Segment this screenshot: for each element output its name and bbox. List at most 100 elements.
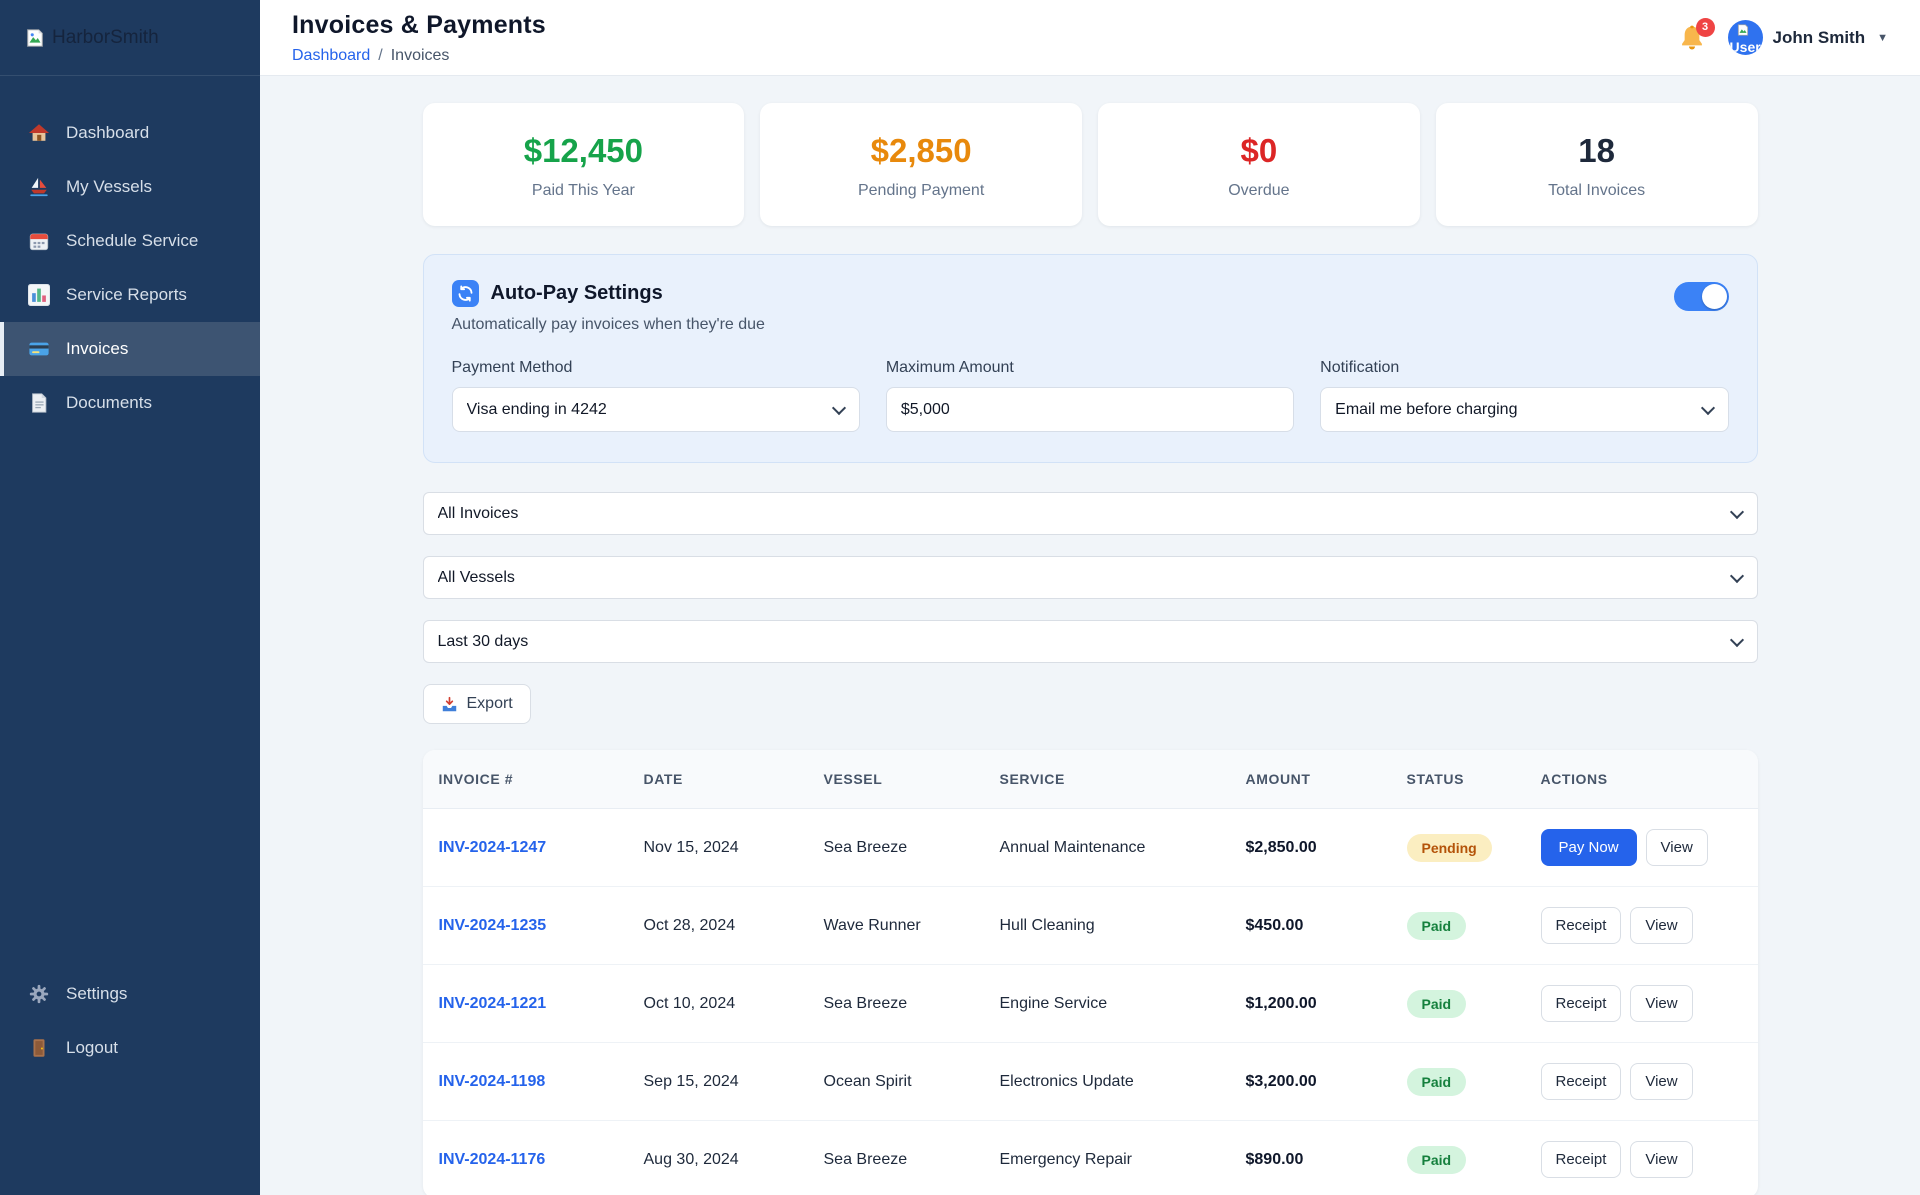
stat-value: $2,850 (870, 132, 972, 169)
sidebar-footer: Settings Logout (0, 967, 260, 1195)
document-icon (28, 392, 50, 414)
brand-logo: HarborSmith (0, 0, 260, 76)
autopay-subtitle: Automatically pay invoices when they're … (451, 316, 765, 333)
notification-label: Notification (1320, 359, 1400, 376)
invoice-vessel: Sea Breeze (823, 1150, 908, 1168)
invoice-service: Emergency Repair (999, 1150, 1133, 1168)
notifications-button[interactable]: 3 (1678, 17, 1715, 52)
column-header-status: Status (1406, 771, 1465, 787)
column-header-date: Date (643, 771, 683, 787)
stat-label: Paid This Year (531, 182, 635, 199)
sidebar-item-label: Invoices (66, 339, 129, 358)
home-icon (28, 122, 50, 144)
maximum-amount-label: Maximum Amount (885, 359, 1014, 376)
stat-label: Pending Payment (857, 182, 985, 199)
payment-method-field: Payment Method Visa ending in 4242 (451, 359, 860, 432)
sidebar-item-my-vessels[interactable]: My Vessels (0, 160, 260, 214)
sidebar-item-logout[interactable]: Logout (0, 1021, 260, 1075)
chevron-down-icon: ▼ (1877, 31, 1888, 44)
notification-select[interactable]: Email me before charging (1320, 387, 1729, 432)
brand-name: HarborSmith (52, 26, 159, 48)
invoice-link[interactable]: INV-2024-1198 (439, 1073, 546, 1090)
date-range-select[interactable]: Last 30 days (422, 620, 1758, 663)
sidebar-item-label: Settings (66, 984, 128, 1003)
breadcrumb-separator: / (378, 46, 383, 64)
receipt-button[interactable]: Receipt (1540, 1141, 1622, 1178)
invoice-date: Sep 15, 2024 (643, 1072, 739, 1090)
invoice-vessel: Ocean Spirit (823, 1072, 912, 1090)
view-button[interactable]: View (1630, 1141, 1693, 1178)
sidebar-item-documents[interactable]: Documents (0, 376, 260, 430)
column-header-service: Service (999, 771, 1065, 787)
bar-chart-icon (28, 284, 50, 306)
receipt-button[interactable]: Receipt (1540, 907, 1622, 944)
table-row: INV-2024-1235 Oct 28, 2024 Wave Runner H… (422, 887, 1758, 965)
invoice-date: Oct 28, 2024 (643, 916, 736, 934)
invoice-date: Nov 15, 2024 (643, 838, 739, 856)
table-row: INV-2024-1198 Sep 15, 2024 Ocean Spirit … (422, 1043, 1758, 1121)
stats-row: $12,450 Paid This Year $2,850 Pending Pa… (422, 103, 1758, 226)
view-button[interactable]: View (1630, 985, 1693, 1022)
maximum-amount-input[interactable] (885, 387, 1295, 432)
notification-field: Notification Email me before charging (1320, 359, 1729, 432)
autopay-title: Auto-Pay Settings (490, 282, 663, 304)
payment-method-select[interactable]: Visa ending in 4242 (451, 387, 860, 432)
sailboat-icon (28, 176, 50, 198)
vessel-filter-select[interactable]: All Vessels (422, 556, 1758, 599)
breadcrumb-current: Invoices (390, 46, 450, 64)
sidebar-item-service-reports[interactable]: Service Reports (0, 268, 260, 322)
stat-card-total-invoices: 18 Total Invoices (1435, 103, 1758, 226)
broken-image-icon (24, 27, 46, 49)
sidebar-item-settings[interactable]: Settings (0, 967, 260, 1021)
sidebar-item-schedule-service[interactable]: Schedule Service (0, 214, 260, 268)
sidebar-nav: Dashboard My Vessels Schedule Service Se… (0, 76, 260, 430)
invoice-link[interactable]: INV-2024-1235 (439, 917, 547, 934)
download-icon (441, 696, 458, 713)
breadcrumb: Dashboard / Invoices (292, 47, 546, 65)
table-row: INV-2024-1176 Aug 30, 2024 Sea Breeze Em… (423, 1121, 1758, 1195)
sidebar-item-label: Schedule Service (66, 231, 199, 250)
view-button[interactable]: View (1645, 829, 1708, 866)
column-header-actions: Actions (1540, 771, 1608, 787)
credit-card-icon (28, 338, 50, 360)
payment-method-label: Payment Method (451, 359, 573, 376)
receipt-button[interactable]: Receipt (1540, 985, 1622, 1022)
calendar-icon (28, 230, 50, 252)
pay-now-button[interactable]: Pay Now (1540, 829, 1637, 866)
sidebar-item-invoices[interactable]: Invoices (0, 322, 260, 376)
sidebar: HarborSmith Dashboard My Vessels Schedul… (0, 0, 260, 1195)
invoice-date: Oct 10, 2024 (643, 994, 736, 1012)
avatar: User (1727, 20, 1763, 55)
sidebar-item-label: My Vessels (66, 177, 152, 196)
invoice-amount: $3,200.00 (1245, 1072, 1317, 1090)
notification-count-badge: 3 (1695, 17, 1715, 37)
header-left: Invoices & Payments Dashboard / Invoices (292, 11, 546, 65)
view-button[interactable]: View (1630, 907, 1693, 944)
column-header-vessel: Vessel (823, 771, 883, 787)
status-badge: Paid (1406, 1067, 1467, 1096)
invoice-link[interactable]: INV-2024-1221 (439, 995, 547, 1012)
stat-value: $12,450 (523, 132, 644, 169)
invoice-filter-select[interactable]: All Invoices (422, 492, 1758, 535)
invoice-link[interactable]: INV-2024-1247 (439, 839, 547, 856)
filters: All Invoices All Vessels Last 30 days (422, 492, 1758, 663)
table-row: INV-2024-1247 Nov 15, 2024 Sea Breeze An… (422, 809, 1758, 887)
sidebar-item-label: Service Reports (66, 285, 187, 304)
view-button[interactable]: View (1630, 1063, 1693, 1100)
toggle-knob (1701, 284, 1727, 309)
autopay-toggle[interactable] (1673, 282, 1729, 311)
page-content: $12,450 Paid This Year $2,850 Pending Pa… (260, 76, 1920, 1195)
invoice-amount: $1,200.00 (1245, 994, 1317, 1012)
gear-icon (28, 983, 50, 1005)
sidebar-item-dashboard[interactable]: Dashboard (0, 106, 260, 160)
breadcrumb-dashboard-link[interactable]: Dashboard (292, 47, 370, 65)
status-badge: Paid (1406, 1145, 1467, 1174)
receipt-button[interactable]: Receipt (1540, 1063, 1622, 1100)
invoice-link[interactable]: INV-2024-1176 (439, 1151, 546, 1168)
export-button[interactable]: Export (422, 684, 531, 724)
invoice-amount: $2,850.00 (1245, 838, 1317, 856)
main-area: Invoices & Payments Dashboard / Invoices… (260, 0, 1920, 1195)
top-header: Invoices & Payments Dashboard / Invoices… (260, 0, 1920, 76)
user-menu[interactable]: User John Smith ▼ (1727, 20, 1888, 55)
page-title: Invoices & Payments (292, 10, 546, 39)
